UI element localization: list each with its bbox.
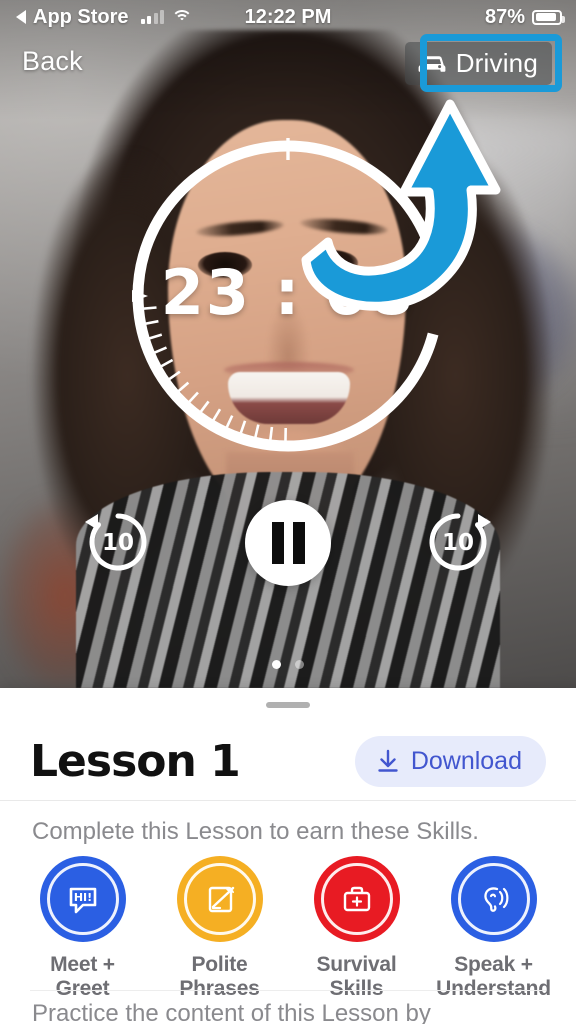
car-icon: [418, 55, 446, 72]
phone-screen: App Store 12:22 PM 87% Back Driving 23:…: [0, 0, 576, 1024]
skill-label-line1: Polite: [191, 953, 248, 976]
skill-label-line1: Speak +: [454, 953, 533, 976]
status-bar: App Store 12:22 PM 87%: [0, 0, 576, 34]
page-indicator[interactable]: [0, 660, 576, 669]
skill-label-speak-understand: Speak + Understand: [436, 953, 551, 1000]
ear-listening-icon: [483, 887, 508, 912]
skill-label-line2: Greet: [55, 976, 110, 1000]
skill-item-speak-understand[interactable]: Speak + Understand: [434, 856, 554, 1000]
pause-icon-bar-right: [292, 522, 305, 564]
skill-label-line1: Meet +: [50, 953, 115, 976]
skill-label-line2: Phrases: [179, 976, 260, 1000]
skill-label-line2: Skills: [329, 976, 384, 1000]
status-bar-right: 87%: [484, 5, 565, 29]
skill-badge-polite-phrases: [176, 856, 263, 942]
drag-handle-icon[interactable]: [266, 702, 310, 708]
svg-text:HI!: HI!: [73, 891, 91, 904]
download-label: Download: [410, 746, 522, 775]
speech-bubble-hi-icon: HI!: [69, 887, 96, 914]
first-aid-kit-icon: [343, 886, 370, 912]
skill-badge-survival-skills: [313, 856, 400, 942]
skills-caption: Complete this Lesson to earn these Skill…: [32, 818, 479, 845]
circular-timer[interactable]: 23 : 08: [118, 126, 458, 466]
lesson-detail-sheet: Lesson 1 Download Complete this Lesson t…: [0, 688, 576, 1024]
skill-label-polite-phrases: Polite Phrases: [179, 953, 260, 1000]
timer-remaining-label: 23 : 08: [160, 256, 416, 329]
pause-button[interactable]: [245, 500, 331, 586]
skill-label-meet-greet: Meet + Greet: [50, 953, 115, 1000]
skill-label-line2: Understand: [436, 976, 551, 1000]
skill-item-survival-skills[interactable]: Survival Skills: [297, 856, 417, 1000]
page-title: Lesson 1: [30, 735, 241, 787]
download-icon: [378, 749, 398, 772]
sheet-divider-practice: [30, 990, 546, 991]
skill-label-survival-skills: Survival Skills: [316, 953, 396, 1000]
pause-icon-bar-left: [271, 522, 284, 564]
quill-letter-icon: [208, 886, 234, 913]
skill-item-polite-phrases[interactable]: Polite Phrases: [160, 856, 280, 1000]
skills-row: HI! Meet + Greet Polite Phrases Survival…: [0, 856, 576, 1000]
skill-badge-speak-understand: [450, 856, 537, 942]
rewind-10-button[interactable]: 10: [84, 508, 152, 576]
back-button[interactable]: Back: [22, 46, 83, 77]
driving-mode-button[interactable]: Driving: [404, 42, 552, 85]
skill-label-line1: Survival: [316, 953, 397, 976]
player-nav-bar: Back Driving: [0, 38, 576, 90]
skill-badge-meet-greet: HI!: [39, 856, 126, 942]
sheet-divider-top: [0, 800, 576, 801]
status-bar-battery-percent: 87%: [484, 5, 525, 28]
playback-controls: 10 10: [0, 500, 576, 600]
battery-icon: [532, 9, 565, 25]
driving-mode-label: Driving: [455, 48, 538, 78]
rewind-10-label: 10: [101, 530, 134, 557]
practice-description: Practice the content of this Lesson by: [32, 1000, 431, 1024]
forward-10-button[interactable]: 10: [424, 508, 492, 576]
lesson-header: Lesson 1 Download: [0, 722, 576, 800]
skill-item-meet-greet[interactable]: HI! Meet + Greet: [23, 856, 143, 1000]
forward-10-label: 10: [441, 530, 474, 557]
page-dot-1[interactable]: [272, 660, 281, 669]
page-dot-2[interactable]: [295, 660, 304, 669]
download-button[interactable]: Download: [354, 735, 546, 787]
